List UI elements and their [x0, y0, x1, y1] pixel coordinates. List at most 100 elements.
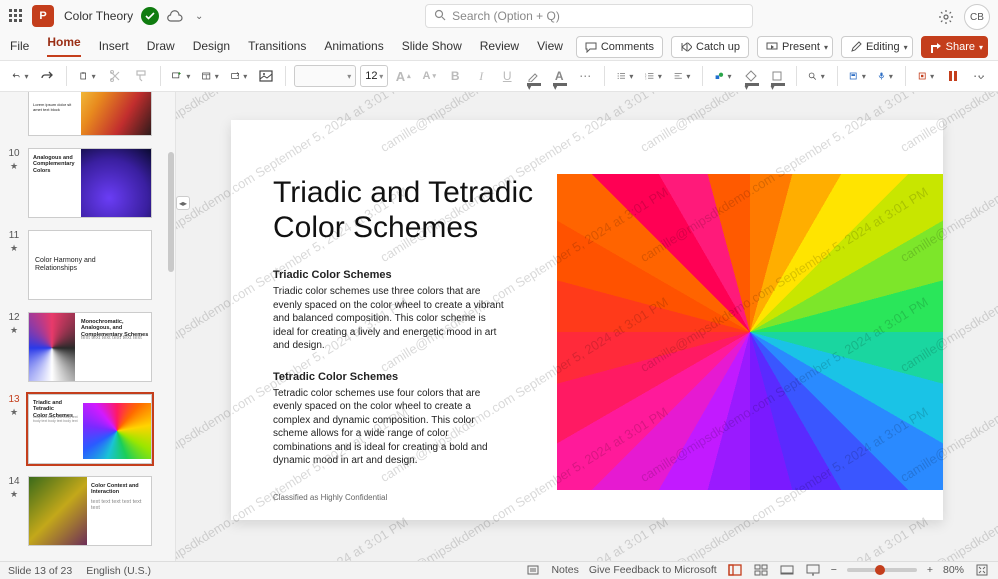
thumbnail-pane[interactable]: 9★ Lorem ipsum dolor sit amet text block…: [0, 92, 176, 561]
slide-thumbnail[interactable]: Monochromatic, Analogous, andComplementa…: [28, 312, 152, 382]
chevron-down-icon[interactable]: ▾: [904, 43, 908, 52]
slide-body-2[interactable]: Tetradic color schemes use four colors t…: [273, 387, 509, 468]
designer-button[interactable]: [845, 65, 869, 87]
dictate-button[interactable]: [874, 65, 897, 87]
animation-star-icon: ★: [10, 161, 18, 172]
increase-font-button[interactable]: A▴: [392, 65, 414, 87]
document-title[interactable]: Color Theory: [64, 9, 133, 23]
bold-button[interactable]: B: [444, 65, 466, 87]
user-avatar[interactable]: CB: [964, 4, 990, 30]
notes-button[interactable]: [525, 562, 541, 578]
zoom-slider-thumb[interactable]: [875, 565, 885, 575]
thumbnail-scrollbar[interactable]: [168, 152, 174, 272]
app-launcher-icon[interactable]: [8, 8, 24, 24]
italic-button[interactable]: I: [470, 65, 492, 87]
shape-outline-button[interactable]: [766, 65, 788, 87]
slide-thumbnail[interactable]: Analogous andComplementary Colors: [28, 148, 152, 218]
more-font-button[interactable]: ⋯: [574, 65, 596, 87]
separator: [837, 66, 838, 86]
sorter-view-button[interactable]: [753, 562, 769, 578]
sensitivity-button[interactable]: [942, 65, 964, 87]
normal-view-button[interactable]: [727, 562, 743, 578]
zoom-percent[interactable]: 80%: [943, 564, 964, 576]
zoom-in-button[interactable]: +: [927, 564, 933, 576]
font-size-select[interactable]: 12▾: [360, 65, 388, 87]
menu-review[interactable]: Review: [480, 39, 519, 53]
image-placeholder-button[interactable]: [255, 65, 277, 87]
fit-to-window-button[interactable]: [974, 562, 990, 578]
numbering-button[interactable]: 123: [641, 65, 665, 87]
animation-star-icon: ★: [10, 489, 18, 500]
menu-bar-right: Comments Catch up Present ▾ Editing ▾ Sh…: [576, 36, 988, 58]
slide-heading-1[interactable]: Triadic Color Schemes: [273, 269, 523, 281]
slide-heading-2[interactable]: Tetradic Color Schemes: [273, 371, 523, 383]
title-mode-chevron-icon[interactable]: ⌄: [191, 8, 207, 24]
comments-button[interactable]: Comments: [576, 36, 663, 58]
format-painter-button[interactable]: [130, 65, 152, 87]
cloud-save-icon[interactable]: [167, 8, 183, 24]
redo-button[interactable]: [36, 65, 58, 87]
status-bar: Slide 13 of 23 English (U.S.) Notes Give…: [0, 561, 998, 579]
new-slide-button[interactable]: [168, 65, 194, 87]
slide-canvas-area[interactable]: Triadic and Tetradic Color Schemes Triad…: [176, 92, 998, 561]
language-status[interactable]: English (U.S.): [86, 565, 151, 577]
title-bar: P Color Theory ⌄ Search (Option + Q) CB: [0, 0, 998, 32]
thumb-number: 11: [9, 230, 19, 241]
reading-view-button[interactable]: [779, 562, 795, 578]
menu-slideshow[interactable]: Slide Show: [402, 39, 462, 53]
highlight-color-button[interactable]: [522, 65, 544, 87]
menu-animations[interactable]: Animations: [324, 39, 383, 53]
chevron-down-icon[interactable]: ▾: [824, 43, 828, 52]
slide-counter[interactable]: Slide 13 of 23: [8, 565, 72, 577]
menu-insert[interactable]: Insert: [99, 39, 129, 53]
present-button[interactable]: Present ▾: [757, 36, 833, 58]
decrease-font-button[interactable]: A▾: [418, 65, 440, 87]
saved-status-icon[interactable]: [141, 7, 159, 25]
menu-file[interactable]: File: [10, 39, 29, 53]
search-input[interactable]: Search (Option + Q): [425, 4, 753, 28]
menu-view[interactable]: View: [537, 39, 563, 53]
zoom-slider[interactable]: [847, 568, 917, 572]
catchup-button[interactable]: Catch up: [671, 36, 749, 58]
menu-draw[interactable]: Draw: [147, 39, 175, 53]
notes-label[interactable]: Notes: [551, 564, 578, 576]
bullets-button[interactable]: [613, 65, 637, 87]
feedback-link[interactable]: Give Feedback to Microsoft: [589, 564, 717, 576]
font-size-value: 12: [365, 70, 377, 82]
undo-button[interactable]: [8, 65, 32, 87]
paste-button[interactable]: [75, 65, 99, 87]
reset-slide-button[interactable]: [227, 65, 251, 87]
underline-button[interactable]: U: [496, 65, 518, 87]
slide-thumbnail[interactable]: Color Context andInteraction text text t…: [28, 476, 152, 546]
slide[interactable]: Triadic and Tetradic Color Schemes Triad…: [231, 120, 943, 520]
chevron-down-icon[interactable]: ▾: [979, 43, 983, 52]
menu-design[interactable]: Design: [193, 39, 230, 53]
font-family-select[interactable]: ▾: [294, 65, 356, 87]
add-ins-button[interactable]: [914, 65, 938, 87]
thumb-number: 13: [8, 394, 19, 405]
color-wheel-image[interactable]: [557, 174, 943, 490]
slide-body-1[interactable]: Triadic color schemes use three colors t…: [273, 285, 509, 353]
shape-fill-button[interactable]: [740, 65, 762, 87]
search-placeholder: Search (Option + Q): [452, 9, 560, 23]
slide-thumbnail-current[interactable]: Triadic and TetradicColor Schemes body t…: [28, 394, 152, 464]
find-button[interactable]: [804, 65, 828, 87]
menu-home[interactable]: Home: [47, 35, 80, 57]
menu-transitions[interactable]: Transitions: [248, 39, 306, 53]
powerpoint-app-icon[interactable]: P: [32, 5, 54, 27]
shapes-button[interactable]: [711, 65, 735, 87]
slide-thumbnail[interactable]: Color Harmony andRelationships: [28, 230, 152, 300]
cut-button[interactable]: [104, 65, 126, 87]
slide-title[interactable]: Triadic and Tetradic Color Schemes: [273, 176, 573, 245]
animation-star-icon: ★: [10, 407, 18, 418]
settings-icon[interactable]: [938, 9, 954, 25]
align-button[interactable]: [670, 65, 694, 87]
editing-mode-button[interactable]: Editing ▾: [841, 36, 913, 58]
slide-thumbnail[interactable]: Lorem ipsum dolor sit amet text block: [28, 92, 152, 136]
zoom-out-button[interactable]: −: [831, 564, 837, 576]
font-color-button[interactable]: A: [548, 65, 570, 87]
layout-button[interactable]: [198, 65, 222, 87]
share-button[interactable]: Share ▾: [921, 36, 988, 58]
ribbon-collapse-button[interactable]: ⌄: [970, 65, 992, 87]
slideshow-view-button[interactable]: [805, 562, 821, 578]
